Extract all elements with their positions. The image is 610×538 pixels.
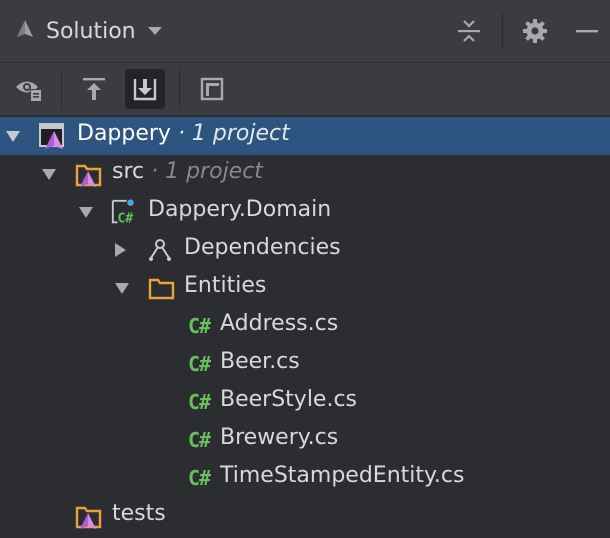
csharp-project-icon: C# [110,198,138,226]
tree-item-tests[interactable]: tests [0,497,610,535]
tree-item-label: Dappery [77,121,171,146]
dependencies-icon [146,236,174,264]
collapsed-arrow-icon[interactable] [112,242,128,258]
tree-item-beerstyle-cs[interactable]: C# BeerStyle.cs [0,383,610,421]
tree-item-dependencies[interactable]: Dependencies [0,231,610,269]
expanded-arrow-icon[interactable] [114,280,130,296]
tree-item-entities[interactable]: Entities [0,269,610,307]
collapse-all-icon[interactable] [75,71,113,107]
tree-item-dappery-domain[interactable]: C# Dappery.Domain [0,193,610,231]
csharp-file-icon: C# [187,390,211,414]
tree-item-label: BeerStyle.cs [220,387,358,412]
tree-item-sublabel: · 1 project [144,159,263,184]
chevron-down-icon[interactable] [146,22,164,41]
tree-item-src[interactable]: src · 1 project [0,155,610,193]
tree-item-dappery[interactable]: Dappery · 1 project [0,117,610,155]
tree-item-address-cs[interactable]: C# Address.cs [0,307,610,345]
tree-item-sublabel: · 1 project [170,121,290,146]
show-options-icon[interactable] [10,71,48,107]
csharp-glyph: C# [117,211,133,226]
tree-item-label: Dependencies [184,235,341,260]
tree-item-label: src [112,159,145,184]
expanded-arrow-icon[interactable] [41,166,57,182]
tree-item-timestampedentity-cs[interactable]: C# TimeStampedEntity.cs [0,459,610,497]
csharp-file-icon: C# [187,314,211,338]
expanded-arrow-icon[interactable] [5,128,21,144]
folder-icon [147,274,175,302]
tree-item-label: Beer.cs [220,349,300,374]
csharp-file-icon: C# [187,352,211,376]
tool-window-toolbar [0,63,610,115]
tree-item-brewery-cs[interactable]: C# Brewery.cs [0,421,610,459]
tree-item-label: tests [112,501,166,526]
csharp-file-icon: C# [187,428,211,452]
solution-title: Solution [46,18,136,44]
tree-item-label: Entities [184,273,267,298]
tree-item-label: Dappery.Domain [148,197,332,222]
collapse-panel-icon[interactable] [452,15,486,47]
solution-icon [37,122,65,150]
tool-window-header: Solution [0,0,610,63]
solution-folder-icon [74,160,102,188]
minimize-icon[interactable] [570,15,604,47]
tree-item-beer-cs[interactable]: C# Beer.cs [0,345,610,383]
solution-folder-icon [74,502,102,530]
tree-item-label: Brewery.cs [220,425,339,450]
solution-view-selector[interactable]: Solution [14,15,164,47]
csharp-file-icon: C# [187,466,211,490]
preview-icon[interactable] [193,71,231,107]
expand-all-icon[interactable] [125,69,165,109]
expanded-arrow-icon[interactable] [78,204,94,220]
gear-icon[interactable] [518,15,552,47]
solution-view-icon [14,18,36,44]
tree-item-label: TimeStampedEntity.cs [220,463,465,488]
tree-item-label: Address.cs [220,311,339,336]
